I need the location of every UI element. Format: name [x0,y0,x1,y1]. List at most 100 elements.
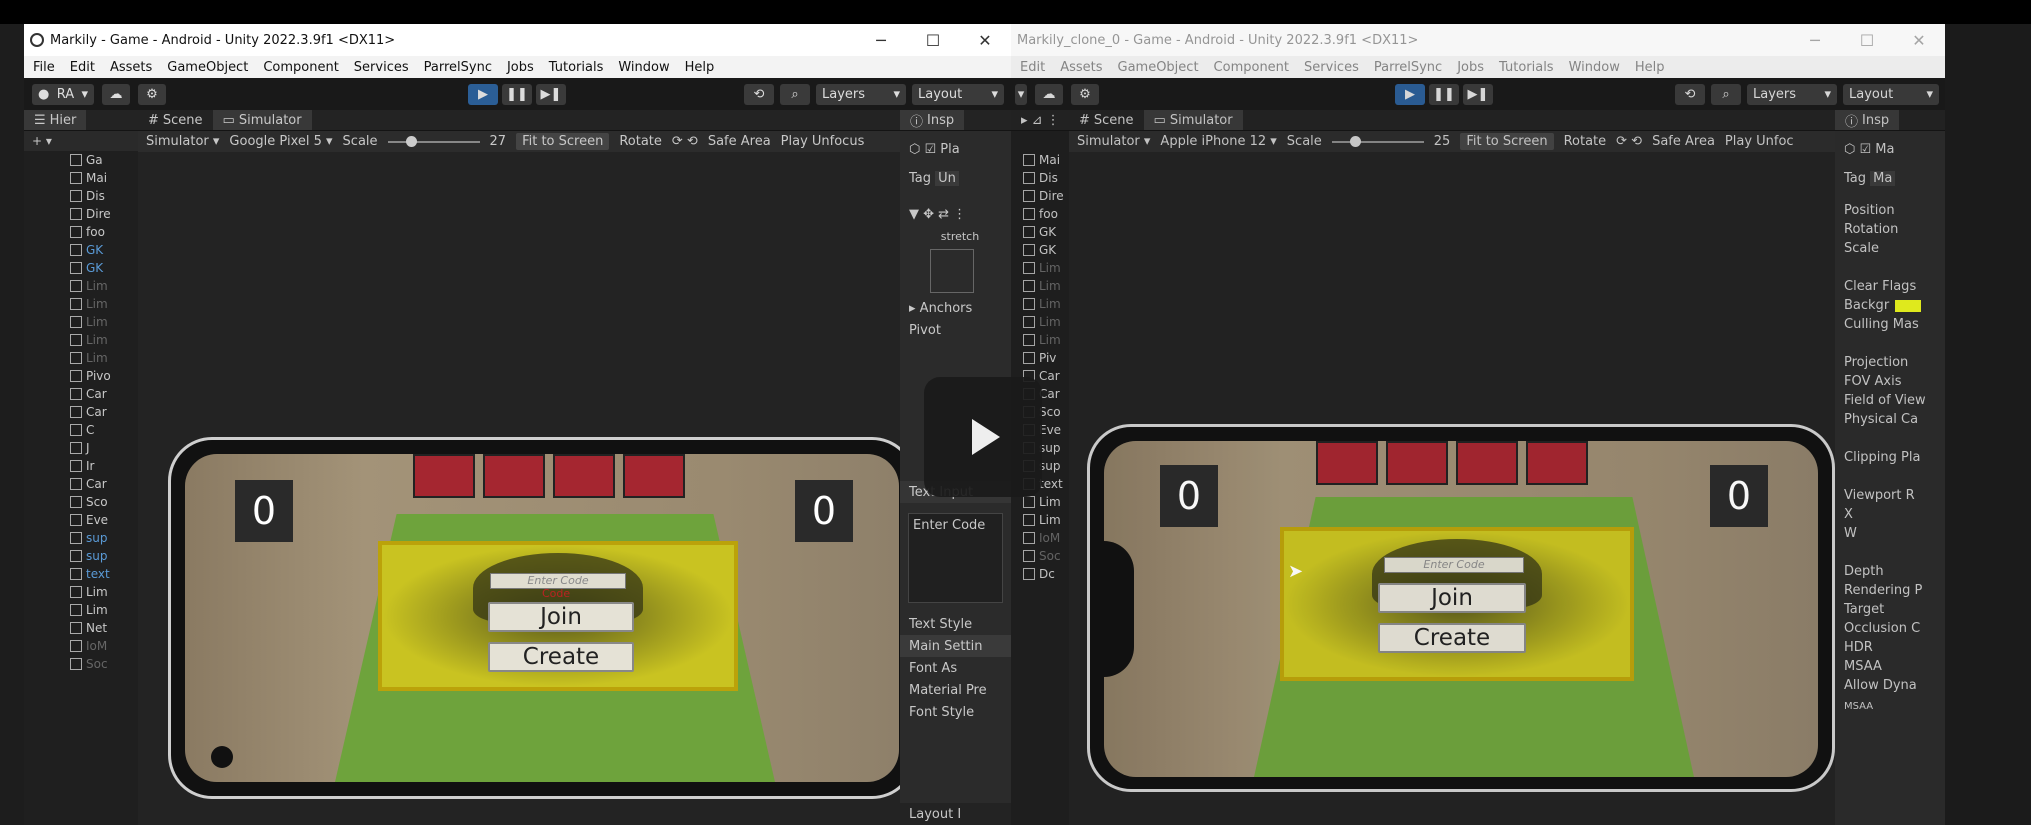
history-icon[interactable]: ⟲ [1675,84,1705,105]
hierarchy-item[interactable]: Dire [1023,187,1069,205]
tab-inspector[interactable]: ⓘ Insp [1835,110,1900,130]
tag-dropdown[interactable]: Un [935,170,959,186]
hierarchy-item[interactable]: Lim [1023,313,1069,331]
hierarchy-item[interactable]: Pivo [70,367,138,385]
cloud-icon[interactable]: ☁ [102,84,130,105]
hierarchy-item[interactable]: J [70,439,138,457]
menu-item[interactable]: Help [685,60,715,75]
rotate-button[interactable]: Rotate [619,134,662,149]
menu-item[interactable]: Component [1214,60,1289,75]
hierarchy-item[interactable]: Lim [1023,511,1069,529]
create-button[interactable]: Create [1378,623,1526,653]
hierarchy-item[interactable]: Dire [70,205,138,223]
device-dropdown[interactable]: Google Pixel 5 ▾ [229,134,332,149]
hierarchy-item[interactable]: Ir [70,457,138,475]
anchor-preset-button[interactable] [930,249,974,293]
game-view[interactable]: 0 0 Enter Code Code Join Create [185,454,899,782]
hierarchy-item[interactable]: Lim [70,583,138,601]
menu-item[interactable]: ParrelSync [1374,60,1442,75]
step-button[interactable]: ▶❚ [1463,84,1493,105]
tab-hierarchy[interactable]: ☰ Hier [24,110,87,130]
pause-button[interactable]: ❚❚ [502,84,532,105]
pause-button[interactable]: ❚❚ [1429,84,1459,105]
menu-item[interactable]: Tutorials [549,60,604,75]
text-area[interactable]: Enter Code [908,513,1003,603]
hierarchy-item[interactable]: Lim [70,313,138,331]
layers-dropdown[interactable]: Layers ▾ [1747,84,1837,105]
search-icon[interactable]: ⌕ [1711,84,1741,105]
hierarchy-item[interactable]: Lim [70,349,138,367]
hierarchy-item[interactable]: sup [70,547,138,565]
menu-item[interactable]: Assets [110,60,152,75]
minimize-button[interactable]: ─ [855,24,907,56]
cloud-icon[interactable]: ☁ [1035,84,1063,105]
menu-item[interactable]: Help [1635,60,1665,75]
object-name[interactable]: Pla [940,142,959,157]
simulator-mode-dropdown[interactable]: Simulator ▾ [1077,134,1150,149]
minimize-button[interactable]: ─ [1789,24,1841,56]
layout-panel-tab[interactable]: Layout I [900,803,1011,825]
join-button[interactable]: Join [1378,583,1526,613]
maximize-button[interactable]: ☐ [1841,24,1893,56]
hierarchy-item[interactable]: Lim [1023,277,1069,295]
hierarchy-item[interactable]: foo [1023,205,1069,223]
hierarchy-item[interactable]: Mai [70,169,138,187]
hierarchy-item[interactable]: Car [70,403,138,421]
hierarchy-item[interactable]: GK [70,259,138,277]
tab-scene[interactable]: # Scene [1069,110,1144,130]
add-icon[interactable]: + ▾ [32,134,52,148]
play-unfocused-toggle[interactable]: Play Unfoc [1725,134,1794,149]
collab-gear-icon[interactable]: ⚙ [1071,84,1099,105]
menu-item[interactable]: Jobs [1457,60,1484,75]
hierarchy-item[interactable]: IoM [1023,529,1069,547]
menu-item[interactable]: Edit [1020,60,1045,75]
menu-item[interactable]: Window [618,60,669,75]
hierarchy-item[interactable]: Sco [70,493,138,511]
maximize-button[interactable]: ☐ [907,24,959,56]
menu-item[interactable]: Tutorials [1499,60,1554,75]
active-checkbox[interactable]: ☑ [925,142,937,157]
object-name[interactable]: Ma [1875,142,1894,157]
scale-slider[interactable] [387,135,480,147]
hierarchy-item[interactable]: GK [1023,223,1069,241]
hierarchy-item[interactable]: Piv [1023,349,1069,367]
main-settings-tab[interactable]: Main Settin [900,635,1011,657]
hierarchy-item[interactable]: Lim [70,331,138,349]
menu-item[interactable]: Services [354,60,409,75]
menu-item[interactable]: Window [1569,60,1620,75]
menu-item[interactable]: Edit [70,60,95,75]
tab-hierarchy[interactable]: ▸ ⊿ ⋮ [1011,110,1069,130]
close-button[interactable]: ✕ [959,24,1011,56]
hierarchy-item[interactable]: Soc [70,655,138,673]
menu-item[interactable]: File [33,60,55,75]
layout-dropdown[interactable]: Layout ▾ [1843,84,1939,105]
device-dropdown[interactable]: Apple iPhone 12 ▾ [1160,134,1276,149]
hierarchy-item[interactable]: GK [1023,241,1069,259]
hierarchy-item[interactable]: foo [70,223,138,241]
msaa-dropdown[interactable]: MSAA [1835,695,1945,717]
hierarchy-item[interactable]: Mai [1023,151,1069,169]
menu-item[interactable]: ParrelSync [424,60,492,75]
scale-slider[interactable] [1331,135,1424,147]
menu-item[interactable]: GameObject [1118,60,1199,75]
hierarchy-item[interactable]: Car [70,385,138,403]
hierarchy-item[interactable]: Ga [70,151,138,169]
hierarchy-item[interactable]: Lim [70,601,138,619]
tab-simulator[interactable]: ▭ Simulator [1143,110,1243,130]
menu-item[interactable]: Services [1304,60,1359,75]
fit-to-screen-button[interactable]: Fit to Screen [1460,133,1554,150]
account-dropdown[interactable]: ● RA ▾ [32,84,94,105]
tab-simulator[interactable]: ▭ Simulator [212,110,312,130]
hierarchy-item[interactable]: Lim [1023,295,1069,313]
fit-to-screen-button[interactable]: Fit to Screen [516,133,610,150]
rect-transform-header[interactable]: ▼ ✥ ⇄ ⋮ [900,203,1011,225]
hierarchy-item[interactable]: IoM [70,637,138,655]
join-button[interactable]: Join [488,602,634,632]
menu-item[interactable]: GameObject [167,60,248,75]
hierarchy-item[interactable]: Dis [1023,169,1069,187]
safe-area-toggle[interactable]: Safe Area [1652,134,1715,149]
play-button[interactable]: ▶ [1395,84,1425,105]
hierarchy-item[interactable]: Lim [70,295,138,313]
active-checkbox[interactable]: ☑ [1860,142,1872,157]
hierarchy-item[interactable]: C [70,421,138,439]
